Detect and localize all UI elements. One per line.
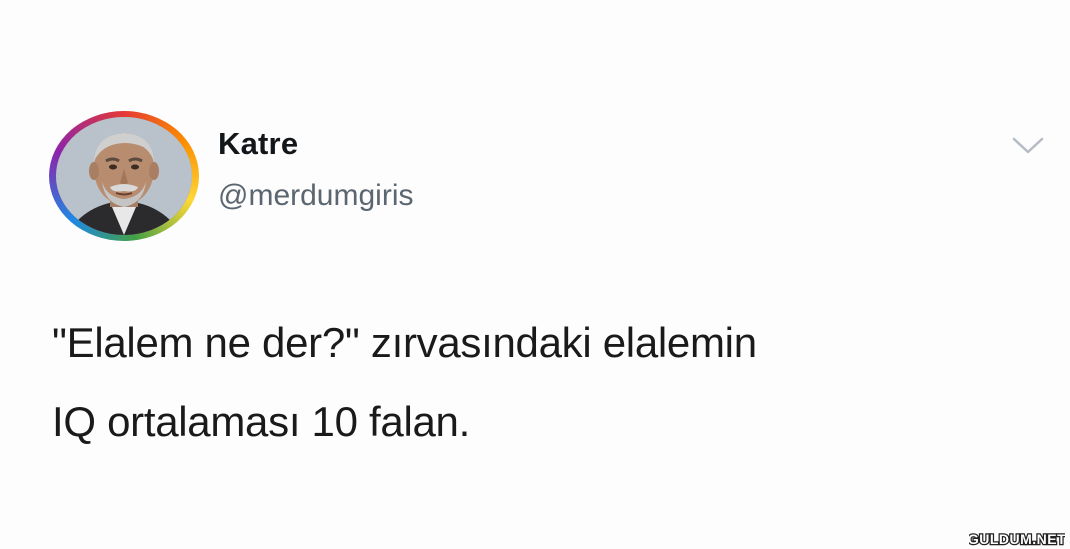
tweet-text: "Elalem ne der?" zırvasındaki elalemin I… — [52, 303, 1012, 461]
watermark-logo: GULDUM.NET — [969, 531, 1065, 547]
page: Katre @merdumgiris "Elalem ne der?" zırv… — [0, 0, 1070, 549]
chevron-down-icon[interactable] — [1010, 133, 1046, 157]
display-name[interactable]: Katre — [218, 124, 298, 164]
tweet-card: Katre @merdumgiris "Elalem ne der?" zırv… — [0, 0, 1070, 549]
watermark-text: GULDUM.NET — [969, 531, 1065, 547]
profile-photo-icon — [56, 117, 192, 235]
avatar-ring[interactable] — [49, 111, 199, 241]
tweet-text-line: "Elalem ne der?" zırvasındaki elalemin — [52, 319, 757, 366]
avatar[interactable] — [56, 117, 192, 235]
tweet-text-line: IQ ortalaması 10 falan. — [52, 398, 470, 445]
user-handle[interactable]: @merdumgiris — [218, 176, 413, 216]
